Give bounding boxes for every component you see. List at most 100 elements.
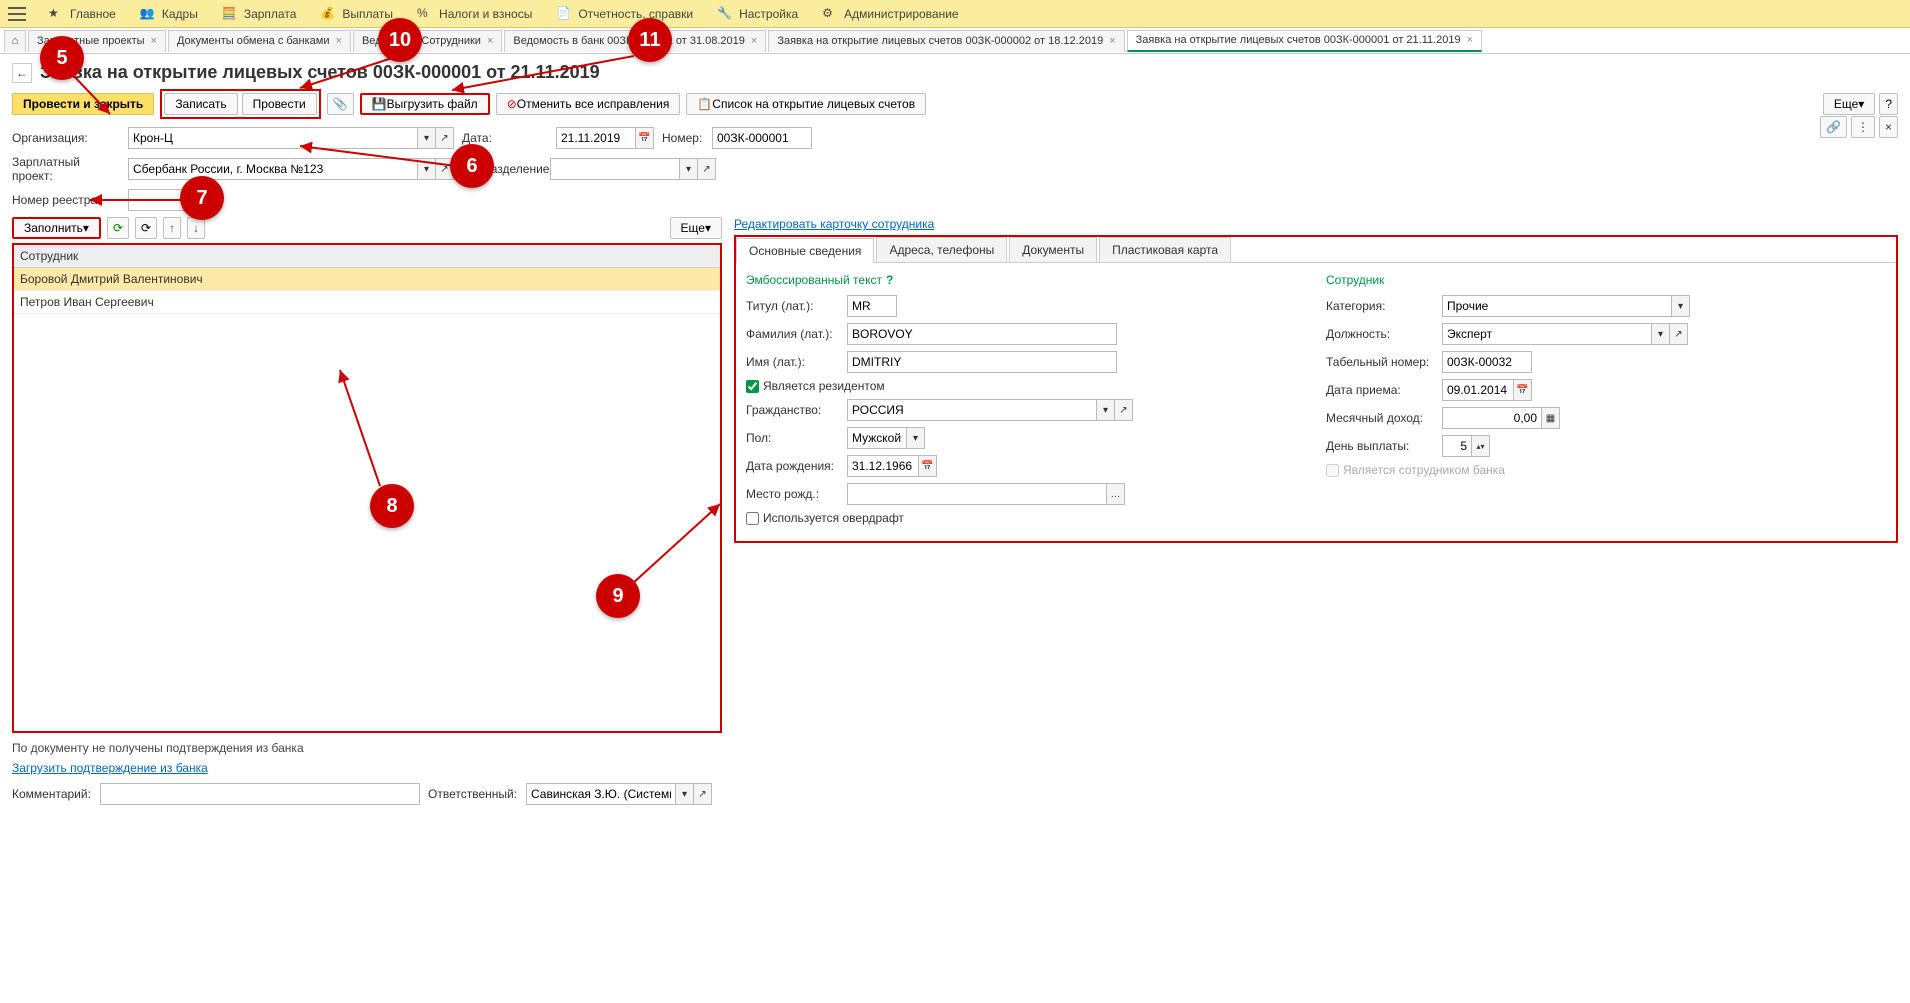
menu-kadry[interactable]: 👥Кадры [128,0,210,28]
title-lat-field[interactable] [847,295,897,317]
ellipsis-icon[interactable]: … [1107,483,1125,505]
hire-label: Дата приема: [1326,383,1436,397]
more-button[interactable]: Еще ▾ [1823,93,1875,115]
income-field[interactable] [1442,407,1542,429]
star-icon: ★ [48,6,64,22]
tab-1[interactable]: Документы обмена с банками× [168,30,351,52]
close-icon[interactable]: × [151,35,157,47]
up-arrow-icon[interactable]: ↑ [163,217,181,239]
dob-field[interactable] [847,455,919,477]
open-icon[interactable]: ↗ [1115,399,1133,421]
payday-field[interactable] [1442,435,1472,457]
overdraft-checkbox[interactable] [746,512,759,525]
menu-main[interactable]: ★Главное [36,0,128,28]
close-icon[interactable]: × [487,35,493,47]
hire-field[interactable] [1442,379,1514,401]
calendar-icon[interactable]: 📅 [1514,379,1532,401]
income-label: Месячный доход: [1326,411,1436,425]
card-tab-docs[interactable]: Документы [1009,237,1097,262]
table-more-button[interactable]: Еще ▾ [670,217,722,239]
close-icon[interactable]: × [1467,34,1473,46]
kebab-icon[interactable]: ⋮ [1851,116,1875,138]
burger-menu-icon[interactable] [8,5,26,23]
category-label: Категория: [1326,299,1436,313]
calc-icon[interactable]: ▦ [1542,407,1560,429]
save-button[interactable]: Записать [164,93,237,115]
lname-lat-field[interactable] [847,323,1117,345]
title-lat-label: Титул (лат.): [746,299,841,313]
citizen-field[interactable] [847,399,1097,421]
home-tab[interactable]: ⌂ [4,30,26,52]
dropdown-icon[interactable]: ▾ [1097,399,1115,421]
position-field[interactable] [1442,323,1652,345]
refresh-green-icon[interactable]: ⟳ [107,217,129,239]
help-icon[interactable]: ? [886,273,893,287]
calendar-icon[interactable]: 📅 [636,127,654,149]
dropdown-icon[interactable]: ▾ [907,427,925,449]
open-icon[interactable]: ↗ [694,783,712,805]
link-icon[interactable]: 🔗 [1820,116,1847,138]
dropdown-icon[interactable]: ▾ [418,127,436,149]
close-icon[interactable]: × [751,35,757,47]
resident-label: Является резидентом [763,379,885,393]
menu-nastroyka[interactable]: 🔧Настройка [705,0,810,28]
close-icon[interactable]: × [336,35,342,47]
menu-zarplata[interactable]: 🧮Зарплата [210,0,309,28]
open-icon[interactable]: ↗ [436,127,454,149]
resident-checkbox[interactable] [746,380,759,393]
refresh-icon[interactable]: ⟳ [135,217,157,239]
card-tab-addresses[interactable]: Адреса, телефоны [876,237,1007,262]
citizen-label: Гражданство: [746,403,841,417]
close-icon[interactable]: × [1109,35,1115,47]
tab-5[interactable]: Заявка на открытие лицевых счетов 00ЗК-0… [768,30,1124,52]
number-field[interactable] [712,127,812,149]
fname-lat-field[interactable] [847,351,1117,373]
pob-field[interactable] [847,483,1107,505]
menu-nalogi[interactable]: %Налоги и взносы [405,0,544,28]
help-button[interactable]: ? [1879,93,1898,115]
table-row[interactable]: Боровой Дмитрий Валентинович [14,268,720,291]
post-button[interactable]: Провести [242,93,317,115]
load-confirmation-link[interactable]: Загрузить подтверждение из банка [12,761,208,775]
open-icon[interactable]: ↗ [698,158,716,180]
edit-employee-link[interactable]: Редактировать карточку сотрудника [734,217,934,231]
card-tab-plastic[interactable]: Пластиковая карта [1099,237,1231,262]
annotation-6: 6 [450,144,494,188]
dropdown-icon[interactable]: ▾ [418,158,436,180]
percent-icon: % [417,6,433,22]
card-tab-main[interactable]: Основные сведения [736,238,874,263]
list-accounts-button[interactable]: 📋 Список на открытие лицевых счетов [686,93,926,115]
menu-otchetnost[interactable]: 📄Отчетность, справки [544,0,705,28]
date-field[interactable] [556,127,636,149]
table-row[interactable]: Петров Иван Сергеевич [14,291,720,314]
doc-icon: 📄 [556,6,572,22]
dropdown-icon[interactable]: ▾ [680,158,698,180]
fname-lat-label: Имя (лат.): [746,355,841,369]
down-arrow-icon[interactable]: ↓ [187,217,205,239]
dropdown-icon[interactable]: ▾ [1652,323,1670,345]
post-and-close-button[interactable]: Провести и закрыть [12,93,154,115]
tabno-field[interactable] [1442,351,1532,373]
menu-admin[interactable]: ⚙Администрирование [810,0,970,28]
tab-3[interactable]: Сотрудники× [412,30,502,52]
date-label: Дата: [462,131,502,145]
open-icon[interactable]: ↗ [1670,323,1688,345]
responsible-field[interactable] [526,783,676,805]
tab-6-active[interactable]: Заявка на открытие лицевых счетов 00ЗК-0… [1127,30,1482,52]
cancel-corrections-button[interactable]: ⊘ Отменить все исправления [496,93,681,115]
close-x-icon[interactable]: × [1879,116,1898,138]
calendar-icon[interactable]: 📅 [919,455,937,477]
dept-field[interactable] [550,158,680,180]
project-field[interactable] [128,158,418,180]
back-button[interactable]: ← [12,63,32,83]
comment-field[interactable] [100,783,420,805]
spinner-icon[interactable]: ▴▾ [1472,435,1490,457]
dropdown-icon[interactable]: ▾ [676,783,694,805]
attach-icon[interactable]: 📎 [327,93,354,115]
export-file-button[interactable]: 💾 Выгрузить файл [360,93,490,115]
category-field[interactable] [1442,295,1672,317]
sex-field[interactable] [847,427,907,449]
org-field[interactable] [128,127,418,149]
fill-button[interactable]: Заполнить ▾ [12,217,101,239]
dropdown-icon[interactable]: ▾ [1672,295,1690,317]
